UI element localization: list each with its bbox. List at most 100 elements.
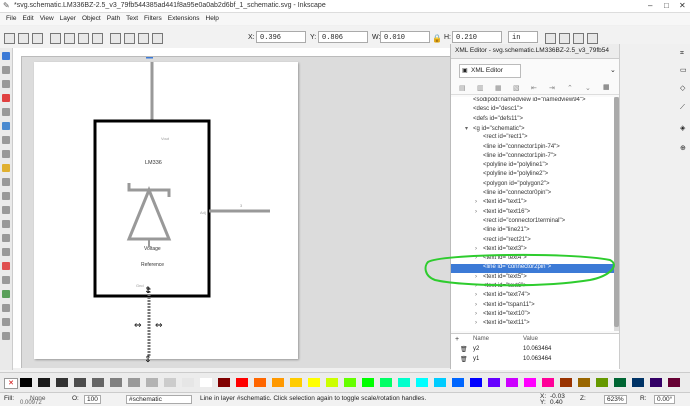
move-gradients-icon[interactable] — [573, 33, 584, 44]
indent-node-icon[interactable]: ⇥ — [549, 84, 555, 92]
lower-node-icon[interactable]: ⌄ — [585, 84, 591, 92]
flip-h-icon[interactable] — [78, 33, 89, 44]
rotate-ccw-icon[interactable] — [50, 33, 61, 44]
menu-edit[interactable]: Edit — [22, 15, 33, 22]
color-swatch[interactable] — [146, 378, 158, 387]
panel-menu-chevron-icon[interactable]: ⌄ — [610, 66, 616, 74]
color-swatch[interactable] — [182, 378, 194, 387]
opacity-field[interactable]: 100 — [84, 395, 101, 404]
xml-node[interactable]: <line id="connector1pin-7"> — [451, 153, 614, 162]
attribute-value[interactable]: 10.063464 — [523, 356, 551, 362]
color-swatch[interactable] — [74, 378, 86, 387]
close-icon[interactable]: ✕ — [679, 1, 686, 10]
color-swatch[interactable] — [452, 378, 464, 387]
menu-text[interactable]: Text — [126, 15, 138, 22]
selection-handle-right-icon[interactable]: ⇔ — [155, 321, 163, 331]
rotation-field[interactable]: 0.00° — [654, 395, 676, 404]
vertical-ruler[interactable] — [13, 56, 22, 368]
xml-node[interactable]: ▾ <g id="schematic"> — [451, 125, 614, 134]
tweak-tool-icon[interactable] — [2, 80, 10, 88]
color-swatch[interactable] — [20, 378, 32, 387]
snap-nodes-icon[interactable]: ◇ — [680, 84, 685, 92]
xml-node[interactable]: <polyline id="polyline1"> — [451, 162, 614, 171]
new-text-node-icon[interactable]: ▥ — [477, 84, 484, 92]
color-swatch[interactable] — [290, 378, 302, 387]
xml-node[interactable]: <rect id="rect21"> — [451, 237, 614, 246]
raise-node-icon[interactable]: ⌃ — [567, 84, 573, 92]
minimize-icon[interactable]: – — [648, 1, 652, 10]
color-swatch[interactable] — [164, 378, 176, 387]
snap-toggle-icon[interactable]: ⌗ — [680, 50, 684, 58]
node-tool-icon[interactable] — [2, 66, 10, 74]
color-swatch[interactable] — [578, 378, 590, 387]
y-field[interactable]: 0.806 — [318, 31, 368, 43]
xml-node[interactable]: <polygon id="polygon2"> — [451, 181, 614, 190]
color-swatch[interactable] — [416, 378, 428, 387]
connector-tool-icon[interactable] — [2, 332, 10, 340]
raise-to-top-icon[interactable] — [110, 33, 121, 44]
color-swatch[interactable] — [272, 378, 284, 387]
menu-extensions[interactable]: Extensions — [168, 15, 200, 22]
color-swatch[interactable] — [668, 378, 680, 387]
menu-view[interactable]: View — [40, 15, 54, 22]
delete-attribute-icon[interactable]: 🗑 — [460, 356, 468, 363]
xml-node[interactable]: <rect id="rect1"> — [451, 134, 614, 143]
delete-node-icon[interactable]: ▧ — [513, 84, 520, 92]
eraser-tool-icon[interactable] — [2, 262, 10, 270]
xml-node[interactable]: <line id="connector0pin"> — [451, 190, 614, 199]
h-field[interactable]: 0.210 — [452, 31, 502, 43]
unindent-node-icon[interactable]: ⇤ — [531, 84, 537, 92]
star-tool-icon[interactable] — [2, 164, 10, 172]
canvas[interactable]: ⇕ ⇔ ⇔ ⇕ Vout LM336 Adj 3 Voltage Referen… — [22, 57, 450, 368]
spiral-tool-icon[interactable] — [2, 178, 10, 186]
color-swatch[interactable] — [434, 378, 446, 387]
selection-handle-top-icon[interactable]: ⇕ — [144, 286, 152, 296]
layout-dropdown-icon[interactable]: ▦ — [603, 83, 610, 91]
layer-selector[interactable]: #schematic — [126, 395, 192, 404]
color-swatch[interactable] — [542, 378, 554, 387]
color-swatch[interactable] — [506, 378, 518, 387]
color-swatch[interactable] — [92, 378, 104, 387]
diode-triangle[interactable] — [126, 186, 172, 241]
expand-twisty-icon[interactable]: › — [475, 302, 483, 308]
spray-tool-icon[interactable] — [2, 248, 10, 256]
color-swatch[interactable] — [362, 378, 374, 387]
color-swatch[interactable] — [200, 378, 212, 387]
mesh-tool-icon[interactable] — [2, 304, 10, 312]
color-swatch[interactable] — [632, 378, 644, 387]
component-body[interactable] — [93, 119, 211, 298]
color-swatch[interactable] — [254, 378, 266, 387]
attribute-name[interactable]: y2 — [473, 346, 479, 352]
rect-tool-icon[interactable] — [2, 122, 10, 130]
lock-icon[interactable]: 🔒 — [432, 34, 442, 43]
menu-object[interactable]: Object — [82, 15, 101, 22]
attribute-value[interactable]: 10.063464 — [523, 346, 551, 352]
color-swatch[interactable] — [614, 378, 626, 387]
xml-node[interactable]: <rect id="connector1terminal"> — [451, 218, 614, 227]
delete-attribute-icon[interactable]: 🗑 — [460, 346, 468, 353]
select-all-icon[interactable] — [4, 33, 15, 44]
xml-node[interactable]: › <text id="text74"> — [451, 292, 614, 301]
expand-twisty-icon[interactable]: › — [475, 292, 483, 298]
stroke-width-value[interactable]: 0.00972 — [20, 400, 42, 406]
xml-node[interactable]: <sodipodi:namedview id="namedview94"> — [451, 97, 614, 106]
unit-select[interactable]: in — [508, 31, 538, 43]
attribute-name[interactable]: y1 — [473, 356, 479, 362]
horizontal-ruler[interactable] — [13, 48, 450, 57]
color-swatch[interactable] — [110, 378, 122, 387]
gradient-tool-icon[interactable] — [2, 290, 10, 298]
xml-node[interactable]: › <text id="tspan11"> — [451, 302, 614, 311]
calligraphy-tool-icon[interactable] — [2, 220, 10, 228]
color-swatch[interactable] — [344, 378, 356, 387]
xml-node[interactable]: <polyline id="polyline2"> — [451, 171, 614, 180]
move-patterns-icon[interactable] — [587, 33, 598, 44]
expand-twisty-icon[interactable]: › — [475, 199, 483, 205]
color-swatch[interactable] — [524, 378, 536, 387]
snap-bbox-icon[interactable]: ▭ — [680, 66, 687, 74]
color-swatch[interactable] — [128, 378, 140, 387]
maximize-icon[interactable]: □ — [664, 1, 669, 10]
x-field[interactable]: 0.396 — [256, 31, 306, 43]
ellipse-tool-icon[interactable] — [2, 150, 10, 158]
select-all-layers-icon[interactable] — [18, 33, 29, 44]
schematic-drawing[interactable]: ⇕ ⇔ ⇔ ⇕ Vout LM336 Adj 3 Voltage Referen… — [22, 57, 450, 368]
